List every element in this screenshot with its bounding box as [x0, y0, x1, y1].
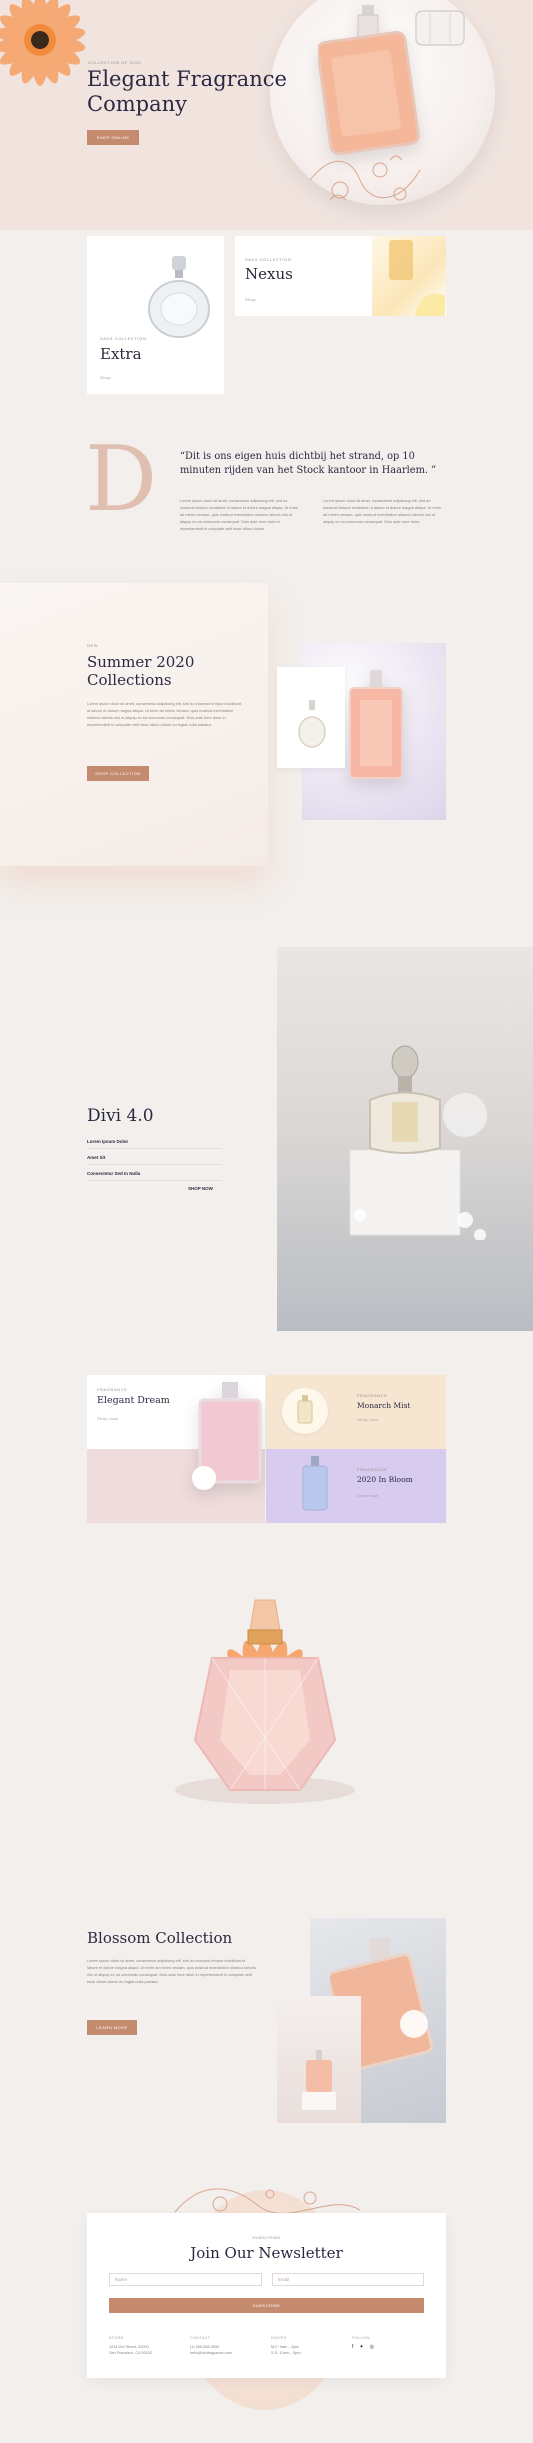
divi-divider — [87, 1148, 222, 1149]
twitter-icon[interactable]: ✦ — [359, 2344, 363, 2350]
pink-square-bottle-icon — [192, 1382, 262, 1490]
antique-perfume-bottle-icon — [349, 1045, 487, 1240]
newsletter-eyebrow: Subscribe — [252, 2235, 281, 2240]
product-title: 2020 In Bloom — [357, 1475, 413, 1484]
crystal-stopper-icon — [415, 10, 465, 46]
product-card-in-bloom[interactable] — [266, 1449, 446, 1523]
drop-cap-letter: D — [85, 427, 158, 532]
footer-contact-heading: Contact — [190, 2336, 211, 2340]
gold-bottle-icon — [297, 1395, 313, 1424]
summer-text: Lorem ipsum dolor sit amet, consectetur … — [87, 701, 241, 727]
amber-bottle-icon — [389, 240, 445, 316]
collection-title: Extra — [100, 345, 142, 363]
divi-shop-now-link[interactable]: Shop Now — [188, 1186, 213, 1191]
blossom-text: Lorem ipsum dolor sit amet, consectetur … — [87, 1958, 256, 1984]
summer-title-line1: Summer 2020 — [87, 653, 195, 671]
divi-divider — [87, 1164, 222, 1165]
product-shop-link[interactable]: Shop now — [97, 1416, 118, 1421]
collection-eyebrow: Saks Collection — [245, 257, 292, 262]
divi-title: Divi 4.0 — [87, 1106, 154, 1126]
flower-bottle-feature-image — [175, 1599, 355, 1804]
subscribe-button[interactable]: Subscribe — [109, 2298, 424, 2313]
hero-eyebrow: Collection of 2020 — [88, 60, 142, 65]
pink-perfume-bottle-icon — [349, 670, 403, 779]
footer-hours: Hours M-F: 9am – 6pm S-S: 10am – 5pm — [271, 2336, 301, 2356]
small-crystal-bottle-icon — [298, 700, 326, 748]
email-input[interactable]: Email — [272, 2273, 424, 2286]
collection-title: Nexus — [245, 265, 293, 283]
footer-follow: Follow f ✦ ◎ — [352, 2336, 374, 2350]
blossom-small-bottle-icon — [302, 2050, 336, 2110]
product-title: Elegant Dream — [97, 1395, 170, 1406]
instagram-icon[interactable]: ◎ — [370, 2344, 374, 2350]
quote-column-1: Lorem ipsum dolor sit amet, consectetur … — [180, 498, 298, 531]
product-title: Monarch Mist — [357, 1401, 411, 1410]
product-eyebrow: Fragrance — [357, 1467, 388, 1472]
hero-title-line2: Company — [87, 92, 187, 116]
collection-shop-link[interactable]: Shop — [245, 297, 256, 302]
product-shop-link[interactable]: Shop now — [357, 1493, 378, 1498]
divi-divider — [87, 1180, 222, 1181]
quote-text: “Dit is ons eigen huis dichtbij het stra… — [180, 451, 437, 476]
blossom-title: Blossom Collection — [87, 1929, 233, 1947]
divi-list-item: Consectetur Sed In Nulla — [87, 1171, 141, 1176]
footer-store-line: San Francisco, CA 93152 — [109, 2351, 153, 2355]
hero-title-line1: Elegant Fragrance — [87, 67, 287, 91]
collection-card-extra[interactable]: Saks Collection Extra Shop — [87, 236, 224, 394]
crystal-bottle-icon — [148, 256, 210, 338]
product-shop-link[interactable]: Shop now — [357, 1417, 378, 1422]
summer-eyebrow: New — [87, 643, 99, 648]
collection-shop-link[interactable]: Shop — [100, 375, 111, 380]
name-input[interactable]: Name — [109, 2273, 262, 2286]
footer-contact: Contact (1) 555-555-5555 hello@divifragr… — [190, 2336, 232, 2356]
product-eyebrow: Fragrance — [97, 1387, 128, 1392]
footer-email[interactable]: hello@divifragrance.com — [190, 2350, 232, 2356]
blue-bottle-icon — [302, 1456, 328, 1511]
footer-hours-line: S-S: 10am – 5pm — [271, 2351, 301, 2355]
product-eyebrow: Fragrance — [357, 1393, 388, 1398]
collection-card-nexus[interactable]: Saks Collection Nexus Shop — [235, 236, 446, 316]
footer-store: Store 1234 Divi Street, #1000 San Franci… — [109, 2336, 152, 2356]
footer-hours-heading: Hours — [271, 2336, 287, 2340]
divi-list-item: Lorem Ipsum Dolor — [87, 1139, 129, 1144]
summer-title-line2: Collections — [87, 671, 172, 689]
collection-eyebrow: Saks Collection — [100, 336, 147, 341]
facebook-icon[interactable]: f — [352, 2344, 353, 2350]
shop-collection-button[interactable]: Shop Collection — [87, 766, 149, 781]
learn-more-button[interactable]: Learn More — [87, 2020, 137, 2035]
divi-list-item: Amet Sit — [87, 1155, 106, 1160]
newsletter-title: Join Our Newsletter — [190, 2244, 343, 2262]
hero-section: Collection of 2020 Elegant Fragrance Com… — [0, 0, 533, 230]
shop-online-button[interactable]: Shop Online — [87, 130, 139, 145]
footer-follow-heading: Follow — [352, 2336, 371, 2340]
floral-line-art-icon — [309, 155, 421, 201]
footer-store-heading: Store — [109, 2336, 124, 2340]
quote-column-2: Lorem ipsum dolor sit amet, consectetur … — [323, 498, 441, 524]
